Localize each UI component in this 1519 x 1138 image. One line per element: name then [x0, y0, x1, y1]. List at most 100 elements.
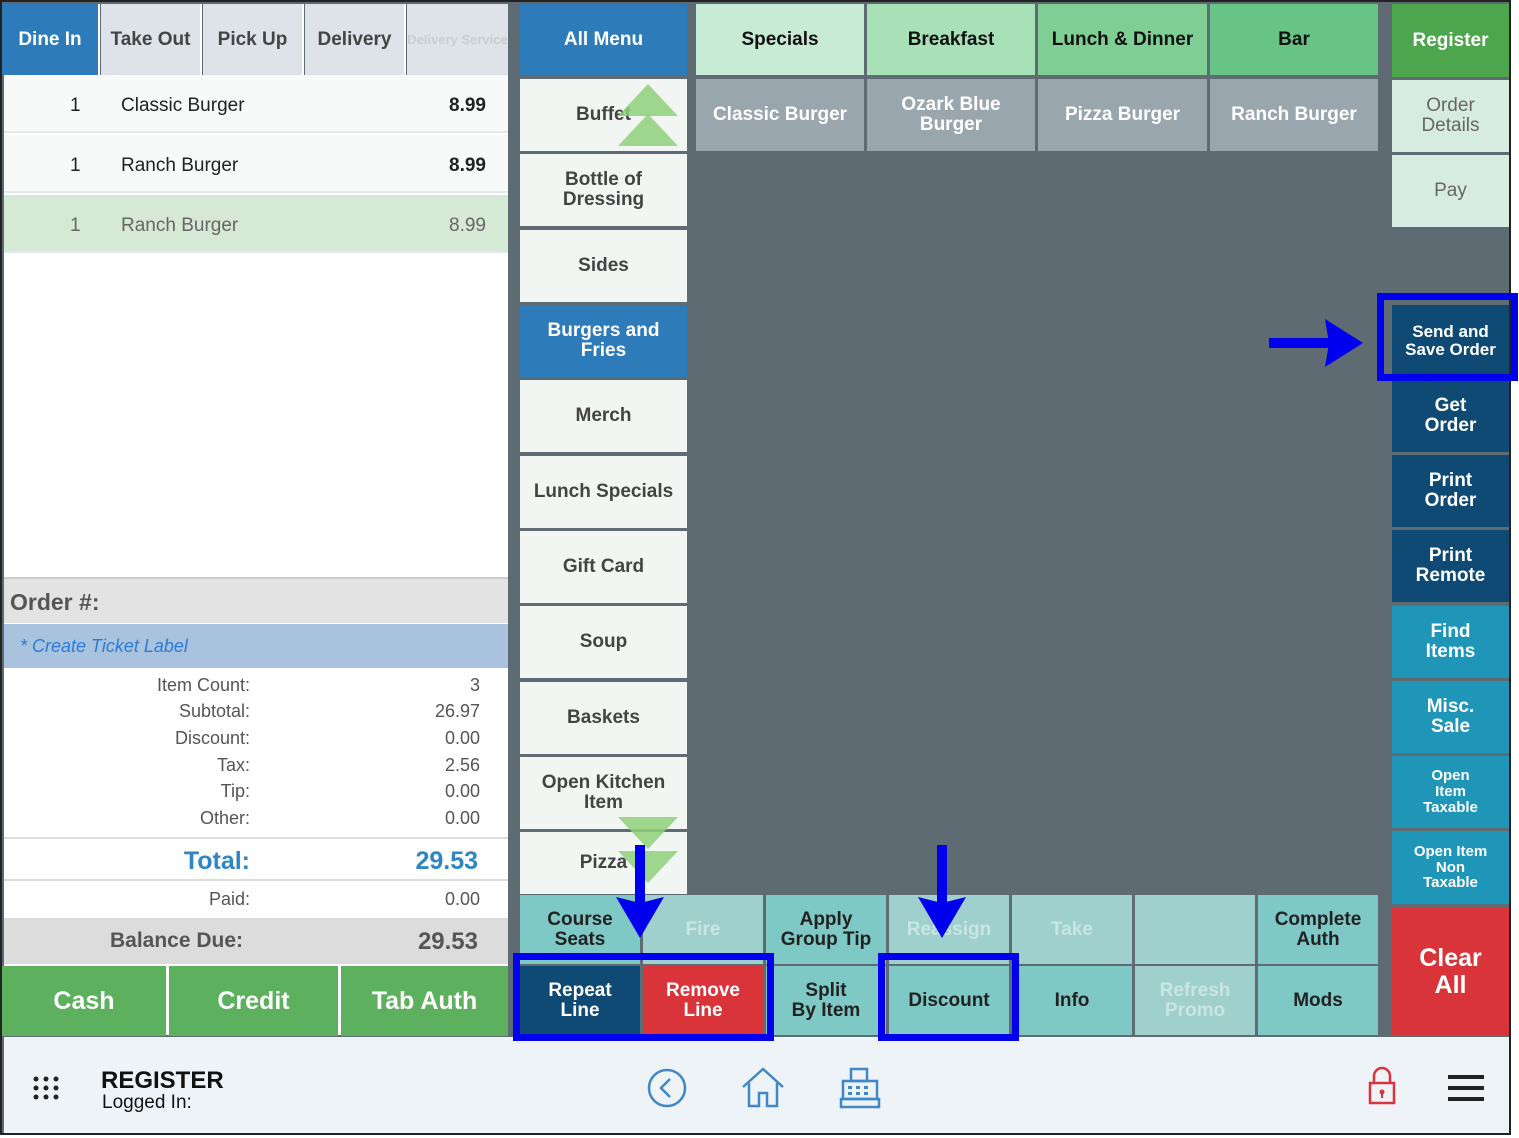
button-label: Complete Auth	[1274, 908, 1362, 950]
print-order-button[interactable]: Print Order	[1392, 455, 1509, 527]
category-label: Open Kitchen Item	[541, 772, 666, 813]
get-order-button[interactable]: Get Order	[1392, 380, 1509, 452]
print-remote-button[interactable]: Print Remote	[1392, 530, 1509, 602]
category-bottle-of-dressing[interactable]: Bottle of Dressing	[520, 154, 687, 226]
info-button[interactable]: Info	[1012, 966, 1132, 1035]
item-classic-burger[interactable]: Classic Burger	[696, 79, 864, 151]
order-line[interactable]: 1 Ranch Burger 8.99	[4, 135, 508, 193]
category-label: Sides	[578, 255, 629, 277]
order-line-selected[interactable]: 1 Ranch Burger 8.99	[4, 195, 508, 253]
misc-sale-button[interactable]: Misc. Sale	[1392, 681, 1509, 753]
total-label: Total:	[183, 847, 250, 875]
balance-value: 29.53	[417, 928, 478, 955]
clear-all-button[interactable]: Clear All	[1392, 908, 1509, 1035]
button-label: Clear All	[1419, 944, 1482, 999]
order-line[interactable]: 1 Classic Burger 8.99	[4, 75, 508, 133]
home-icon[interactable]	[740, 1065, 786, 1109]
tab-pick-up[interactable]: Pick Up	[203, 4, 304, 75]
line-price: 8.99	[449, 95, 486, 116]
category-label: Burgers and Fries	[547, 320, 660, 361]
apply-group-tip-button[interactable]: Apply Group Tip	[766, 895, 886, 964]
category-sides[interactable]: Sides	[520, 230, 687, 302]
category-label: Lunch Specials	[533, 481, 674, 503]
group-lunch-dinner[interactable]: Lunch & Dinner	[1038, 4, 1207, 75]
menu-icon[interactable]	[1448, 1075, 1484, 1101]
tab-dine-in[interactable]: Dine In	[2, 4, 100, 75]
complete-auth-button[interactable]: Complete Auth	[1258, 895, 1378, 964]
category-all-menu[interactable]: All Menu	[520, 4, 687, 75]
order-number-label: Order #:	[10, 589, 100, 615]
highlight-send-save	[1377, 293, 1518, 381]
split-by-item-button[interactable]: Split By Item	[766, 966, 886, 1035]
empty-slot-button	[1135, 895, 1255, 964]
paid-row: Paid: 0.00	[4, 883, 508, 917]
order-panel: 1 Classic Burger 8.99 1 Ranch Burger 8.9…	[4, 75, 508, 1035]
tab-take-out[interactable]: Take Out	[101, 4, 202, 75]
summary-label: Item Count:	[156, 675, 250, 695]
group-specials[interactable]: Specials	[696, 4, 864, 75]
open-item-non-taxable-button[interactable]: Open Item Non Taxable	[1392, 831, 1509, 904]
button-label: Print Order	[1424, 470, 1477, 511]
ticket-label-field[interactable]: * Create Ticket Label	[4, 624, 508, 668]
take-button: Take	[1012, 895, 1132, 964]
find-items-button[interactable]: Find Items	[1392, 606, 1509, 678]
lock-icon[interactable]	[1367, 1065, 1397, 1107]
button-label: Course Seats	[547, 908, 613, 950]
category-baskets[interactable]: Baskets	[520, 682, 687, 754]
button-label: Get Order	[1424, 395, 1477, 436]
line-name: Ranch Burger	[121, 155, 239, 176]
ticket-label-text: * Create Ticket Label	[20, 636, 188, 656]
arrow-down-icon	[918, 845, 966, 938]
cash-button[interactable]: Cash	[2, 966, 166, 1036]
arrow-down-icon	[616, 845, 664, 938]
grid-icon[interactable]	[32, 1075, 62, 1103]
group-breakfast[interactable]: Breakfast	[867, 4, 1035, 75]
pay-button[interactable]: Pay	[1392, 155, 1509, 227]
line-qty: 1	[70, 215, 81, 236]
summary-value: 0.00	[444, 781, 480, 801]
tab-auth-button[interactable]: Tab Auth	[341, 966, 508, 1036]
line-name: Classic Burger	[121, 95, 245, 116]
category-soup[interactable]: Soup	[520, 606, 687, 678]
back-icon[interactable]	[646, 1067, 688, 1109]
scroll-up-icon[interactable]	[616, 84, 680, 154]
item-ranch-burger[interactable]: Ranch Burger	[1210, 79, 1378, 151]
credit-button[interactable]: Credit	[169, 966, 338, 1036]
arrow-right-icon	[1269, 319, 1363, 367]
logged-in-label: Logged In:	[102, 1092, 192, 1113]
group-bar[interactable]: Bar	[1210, 4, 1378, 75]
paid-value: 0.00	[444, 889, 480, 909]
item-ozark-blue-burger[interactable]: Ozark Blue Burger	[867, 79, 1035, 151]
category-burgers-and-fries[interactable]: Burgers and Fries	[520, 305, 687, 377]
button-label: Order Details	[1421, 95, 1480, 136]
tab-delivery[interactable]: Delivery	[305, 4, 406, 75]
category-label: Gift Card	[562, 556, 645, 578]
total-row: Total: 29.53	[4, 837, 508, 881]
summary-label: Tax:	[216, 755, 250, 775]
total-value: 29.53	[415, 847, 478, 875]
button-label: Apply Group Tip	[780, 908, 872, 950]
item-pizza-burger[interactable]: Pizza Burger	[1038, 79, 1207, 151]
register-icon[interactable]	[839, 1067, 883, 1109]
button-label: Split By Item	[791, 979, 861, 1021]
category-label: Baskets	[567, 707, 640, 729]
category-label: All Menu	[563, 28, 644, 50]
button-label: Misc. Sale	[1426, 696, 1475, 737]
footer-title: REGISTER	[101, 1067, 224, 1094]
line-name: Ranch Burger	[121, 215, 239, 236]
mods-button[interactable]: Mods	[1258, 966, 1378, 1035]
button-label: Print Remote	[1415, 545, 1486, 586]
category-gift-card[interactable]: Gift Card	[520, 531, 687, 603]
summary-label: Tip:	[220, 781, 250, 801]
order-details-button[interactable]: Order Details	[1392, 80, 1509, 152]
tab-delivery-service: Delivery Service	[407, 4, 508, 75]
line-qty: 1	[70, 95, 81, 116]
line-price: 8.99	[449, 155, 486, 176]
button-label: Refresh Promo	[1159, 979, 1231, 1021]
category-lunch-specials[interactable]: Lunch Specials	[520, 456, 687, 528]
button-label: Find Items	[1425, 621, 1476, 662]
category-merch[interactable]: Merch	[520, 380, 687, 452]
register-button[interactable]: Register	[1392, 4, 1509, 77]
order-summary: Item Count: 3 Subtotal: 26.97 Discount: 0.0…	[4, 675, 508, 835]
open-item-taxable-button[interactable]: Open Item Taxable	[1392, 756, 1509, 828]
